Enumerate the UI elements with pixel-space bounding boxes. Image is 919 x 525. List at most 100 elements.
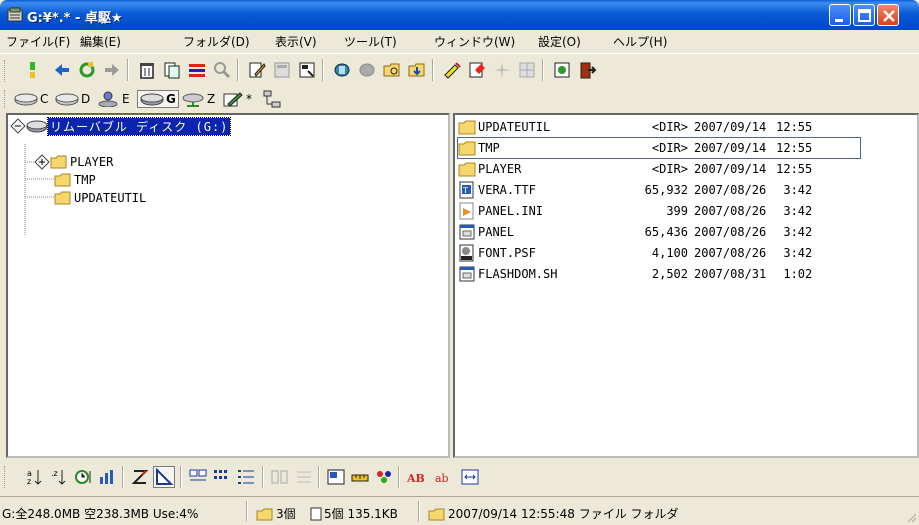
title-bar[interactable]: G:¥*.* - 卓駆★: [0, 0, 919, 30]
toolbar-separator: [262, 466, 264, 488]
file-date: 2007/08/31: [694, 267, 767, 281]
drive-e-button[interactable]: E: [96, 90, 130, 108]
copy-icon[interactable]: [162, 60, 182, 80]
view-disabled-icon[interactable]: [272, 60, 292, 80]
drive-all-button[interactable]: *: [222, 90, 252, 108]
file-row[interactable]: PANEL 65,436 2007/08/26 3:42: [458, 222, 916, 242]
file-row[interactable]: UPDATEUTIL <DIR> 2007/09/14 12:55: [458, 117, 916, 137]
tree-item-label: UPDATEUTIL: [74, 191, 147, 205]
menu-view[interactable]: 表示(V): [275, 33, 317, 50]
edit-icon[interactable]: [247, 60, 267, 80]
close-icon: [883, 10, 895, 22]
refresh-icon[interactable]: [77, 60, 97, 80]
color-filter-icon[interactable]: [374, 467, 394, 487]
menu-file[interactable]: ファイル(F): [6, 33, 70, 50]
exit-icon[interactable]: [577, 60, 597, 80]
extract-disabled-icon[interactable]: [357, 60, 377, 80]
expand-diamond-icon[interactable]: [34, 154, 50, 170]
file-row[interactable]: PANEL.INI 399 2007/08/26 3:42: [458, 201, 916, 221]
reverse-sort-icon[interactable]: [130, 467, 150, 487]
toolbar-separator: [127, 59, 129, 81]
folder-tree-pane[interactable]: リムーバブル ディスク (G:) PLAYER TMP UPDATEUTIL: [6, 113, 450, 458]
open-folder-icon[interactable]: [382, 60, 402, 80]
tree-item-tmp[interactable]: TMP: [54, 171, 96, 189]
file-size: 2,502: [651, 267, 688, 281]
menu-edit[interactable]: 編集(E): [80, 33, 121, 50]
menu-window[interactable]: ウィンドウ(W): [434, 33, 515, 50]
ruler-icon[interactable]: [350, 467, 370, 487]
drive-g-button[interactable]: G: [137, 90, 179, 108]
sort-by-ext-icon[interactable]: .z: [50, 467, 70, 487]
folder-icon: [458, 120, 476, 135]
search-disabled-icon[interactable]: [212, 60, 232, 80]
folder-count-status: 3個: [256, 505, 296, 522]
tree-root-label[interactable]: リムーバブル ディスク (G:): [46, 116, 232, 136]
network-tree-icon[interactable]: [262, 90, 282, 108]
sort-by-time-icon[interactable]: [74, 467, 94, 487]
file-name: FLASHDOM.SH: [478, 267, 558, 281]
menu-folder[interactable]: フォルダ(D): [183, 33, 250, 50]
sort-by-name-icon[interactable]: az: [26, 467, 46, 487]
file-size: 4,100: [651, 246, 688, 260]
details-disabled-icon[interactable]: [294, 467, 314, 487]
marker-icon[interactable]: [442, 60, 462, 80]
file-date: 2007/08/26: [694, 246, 767, 260]
mark-all-icon[interactable]: [467, 60, 487, 80]
sort-by-size-icon[interactable]: [98, 467, 118, 487]
program-file-icon: [459, 224, 475, 240]
small-icons-view-icon[interactable]: [212, 467, 232, 487]
tree-root-node[interactable]: リムーバブル ディスク (G:): [10, 116, 232, 136]
drive-letter: G: [166, 92, 176, 106]
toolbar-separator: [180, 466, 182, 488]
expand-diamond-icon[interactable]: [10, 118, 26, 134]
toolbar-grip[interactable]: [4, 466, 7, 488]
resize-grip-icon[interactable]: [905, 511, 917, 523]
large-icons-view-icon[interactable]: [188, 467, 208, 487]
maximize-button[interactable]: [853, 4, 875, 26]
folder-icon: [50, 155, 67, 169]
drive-letter: *: [246, 92, 252, 106]
grid-disabled-icon[interactable]: [517, 60, 537, 80]
file-size: 399: [666, 204, 688, 218]
lowercase-icon[interactable]: ab: [434, 467, 458, 487]
file-row[interactable]: T VERA.TTF 65,932 2007/08/26 3:42: [458, 180, 916, 200]
toolbar-grip[interactable]: [4, 60, 7, 82]
columns-disabled-icon[interactable]: [270, 467, 290, 487]
properties-icon[interactable]: [297, 60, 317, 80]
preview-icon[interactable]: [326, 467, 346, 487]
back-arrow-icon[interactable]: [52, 60, 72, 80]
move-icon[interactable]: [187, 60, 207, 80]
no-sort-icon[interactable]: [153, 466, 175, 488]
sync-icon[interactable]: [552, 60, 572, 80]
toolbar-grip[interactable]: [4, 90, 7, 108]
menu-settings[interactable]: 設定(O): [538, 33, 581, 50]
tree-item-updateutil[interactable]: UPDATEUTIL: [54, 189, 146, 207]
forward-arrow-icon[interactable]: [102, 60, 122, 80]
network-drive-icon: [182, 93, 204, 107]
list-view-icon[interactable]: [236, 467, 256, 487]
file-size: 65,436: [644, 225, 688, 239]
menu-tools[interactable]: ツール(T): [344, 33, 397, 50]
file-list-pane[interactable]: UPDATEUTIL <DIR> 2007/09/14 12:55 TMP <D…: [453, 113, 919, 458]
file-size: <DIR>: [651, 141, 688, 155]
file-row[interactable]: PLAYER <DIR> 2007/09/14 12:55: [458, 159, 916, 179]
file-row[interactable]: FLASHDOM.SH 2,502 2007/08/31 1:02: [458, 264, 916, 284]
download-icon[interactable]: [407, 60, 427, 80]
tree-item-player[interactable]: PLAYER: [34, 153, 113, 171]
file-count: 5個 135.1KB: [324, 507, 398, 521]
drive-d-button[interactable]: D: [55, 90, 90, 108]
sparkle-disabled-icon[interactable]: [492, 60, 512, 80]
menu-help[interactable]: ヘルプ(H): [613, 33, 667, 50]
width-adjust-icon[interactable]: [460, 467, 480, 487]
minimize-button[interactable]: [829, 4, 851, 26]
file-row[interactable]: FONT.PSF 4,100 2007/08/26 3:42: [458, 243, 916, 263]
file-row[interactable]: TMP <DIR> 2007/09/14 12:55: [457, 137, 861, 159]
drive-z-button[interactable]: Z: [181, 90, 215, 108]
uppercase-icon[interactable]: AB: [406, 467, 432, 487]
archive-icon[interactable]: [332, 60, 352, 80]
file-date: 2007/09/14: [694, 141, 767, 155]
trash-icon[interactable]: [137, 60, 157, 80]
drive-c-button[interactable]: C: [14, 90, 48, 108]
green-flag-icon[interactable]: [27, 60, 47, 80]
close-button[interactable]: [877, 4, 899, 26]
